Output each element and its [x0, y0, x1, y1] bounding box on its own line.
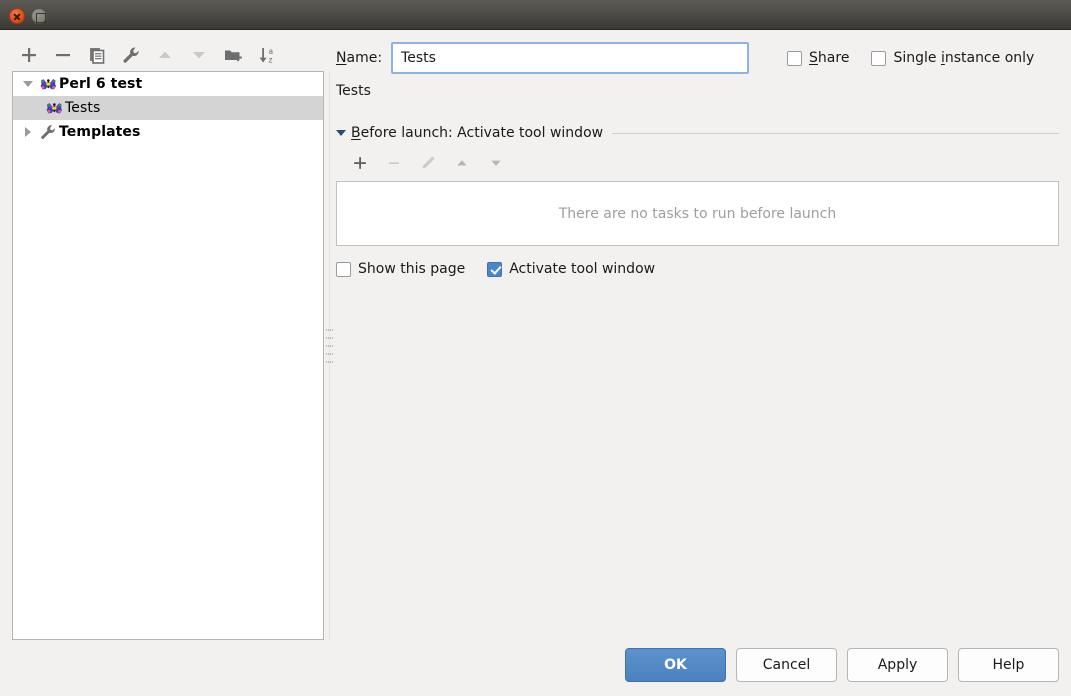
grip-dot-row: [326, 345, 333, 347]
grip-dot-row: [326, 329, 333, 331]
tree-node-label: Tests: [65, 100, 101, 116]
add-task-button[interactable]: [343, 150, 377, 176]
configuration-subtitle: Tests: [336, 83, 371, 99]
help-button[interactable]: Help: [958, 648, 1059, 682]
move-task-down-button[interactable]: [479, 150, 513, 176]
before-launch-header[interactable]: Before launch: Activate tool window: [336, 125, 1059, 141]
chevron-down-icon[interactable]: [336, 130, 346, 136]
show-this-page-label: Show this page: [358, 261, 466, 277]
splitter-grip[interactable]: [326, 329, 333, 371]
panel-splitter[interactable]: [324, 71, 336, 640]
single-instance-checkbox[interactable]: Single instance only: [871, 50, 1056, 66]
create-folder-button[interactable]: [216, 41, 250, 69]
arrow-down-icon: [491, 160, 501, 166]
wrench-icon: [37, 123, 59, 141]
new-folder-icon: [225, 50, 242, 62]
ok-button[interactable]: OK: [625, 648, 726, 682]
name-input[interactable]: [391, 42, 750, 74]
maximize-icon[interactable]: [31, 8, 47, 24]
grip-dot-row: [326, 361, 333, 363]
move-down-button[interactable]: [182, 41, 216, 69]
sort-az-icon: a z: [259, 47, 273, 65]
activate-tool-window-label: Activate tool window: [509, 261, 656, 277]
close-icon[interactable]: [9, 8, 25, 24]
tree-node-perl6test[interactable]: Perl 6 test: [13, 72, 323, 96]
dialog-button-bar: OK Cancel Apply Help: [625, 648, 1059, 682]
minus-icon: [389, 162, 399, 164]
plus-icon: [22, 48, 36, 62]
remove-configuration-button[interactable]: [46, 41, 80, 69]
before-launch-title: Before launch: Activate tool window: [351, 125, 604, 141]
runconfig-dialog: a z Perl 6 test Tests Templates Name: Te…: [0, 0, 1071, 696]
before-launch-task-list[interactable]: There are no tasks to run before launch: [336, 181, 1059, 246]
remove-task-button[interactable]: [377, 150, 411, 176]
arrow-down-icon: [193, 52, 205, 59]
activate-tool-window-checkbox-box[interactable]: [487, 261, 503, 277]
wrench-icon: [123, 47, 139, 63]
cancel-button[interactable]: Cancel: [736, 648, 837, 682]
sort-configurations-button[interactable]: a z: [250, 41, 284, 69]
arrow-up-icon: [457, 160, 467, 166]
chevron-right-icon: [25, 127, 31, 137]
tree-node-label: Templates: [59, 124, 141, 140]
pencil-icon: [422, 156, 435, 169]
apply-button[interactable]: Apply: [847, 648, 948, 682]
plus-icon: [354, 157, 366, 169]
copy-icon: [90, 48, 105, 64]
before-launch-options: Show this page Activate tool window: [336, 261, 1059, 277]
section-divider: [612, 132, 1059, 134]
configurations-toolbar: a z: [12, 40, 324, 70]
camelia-butterfly-icon: [37, 77, 59, 92]
add-configuration-button[interactable]: [12, 41, 46, 69]
share-checkbox-box[interactable]: [787, 50, 803, 66]
move-task-up-button[interactable]: [445, 150, 479, 176]
before-launch-toolbar: [343, 148, 1059, 178]
window-titlebar: [0, 0, 1071, 30]
empty-task-message: There are no tasks to run before launch: [558, 205, 837, 222]
tree-node-tests[interactable]: Tests: [13, 96, 323, 120]
arrow-up-icon: [159, 51, 171, 58]
grip-dot-row: [326, 353, 333, 355]
svg-text:z: z: [269, 56, 273, 65]
share-label: Share: [809, 50, 850, 66]
camelia-butterfly-icon: [43, 101, 65, 116]
show-this-page-checkbox[interactable]: Show this page: [336, 261, 487, 277]
move-up-button[interactable]: [148, 41, 182, 69]
edit-defaults-button[interactable]: [114, 41, 148, 69]
configurations-tree[interactable]: Perl 6 test Tests Templates: [12, 71, 324, 640]
name-row: Name: Share Single instance only: [336, 40, 1059, 76]
grip-dot-row: [326, 337, 333, 339]
expand-collapse-toggle[interactable]: [19, 72, 37, 96]
name-label: Name:: [336, 50, 383, 66]
expand-collapse-toggle[interactable]: [19, 120, 37, 144]
single-instance-checkbox-box[interactable]: [871, 50, 887, 66]
share-checkbox[interactable]: Share: [787, 50, 871, 66]
show-this-page-checkbox-box[interactable]: [336, 261, 351, 277]
configuration-editor: Name: Share Single instance only Tests B…: [336, 40, 1059, 640]
tree-node-templates[interactable]: Templates: [13, 120, 323, 144]
minus-icon: [56, 54, 70, 57]
chevron-down-icon: [23, 81, 33, 87]
tree-node-label: Perl 6 test: [59, 76, 143, 92]
activate-tool-window-checkbox[interactable]: Activate tool window: [487, 261, 677, 277]
copy-configuration-button[interactable]: [80, 41, 114, 69]
edit-task-button[interactable]: [411, 150, 445, 176]
single-instance-label: Single instance only: [893, 50, 1035, 66]
